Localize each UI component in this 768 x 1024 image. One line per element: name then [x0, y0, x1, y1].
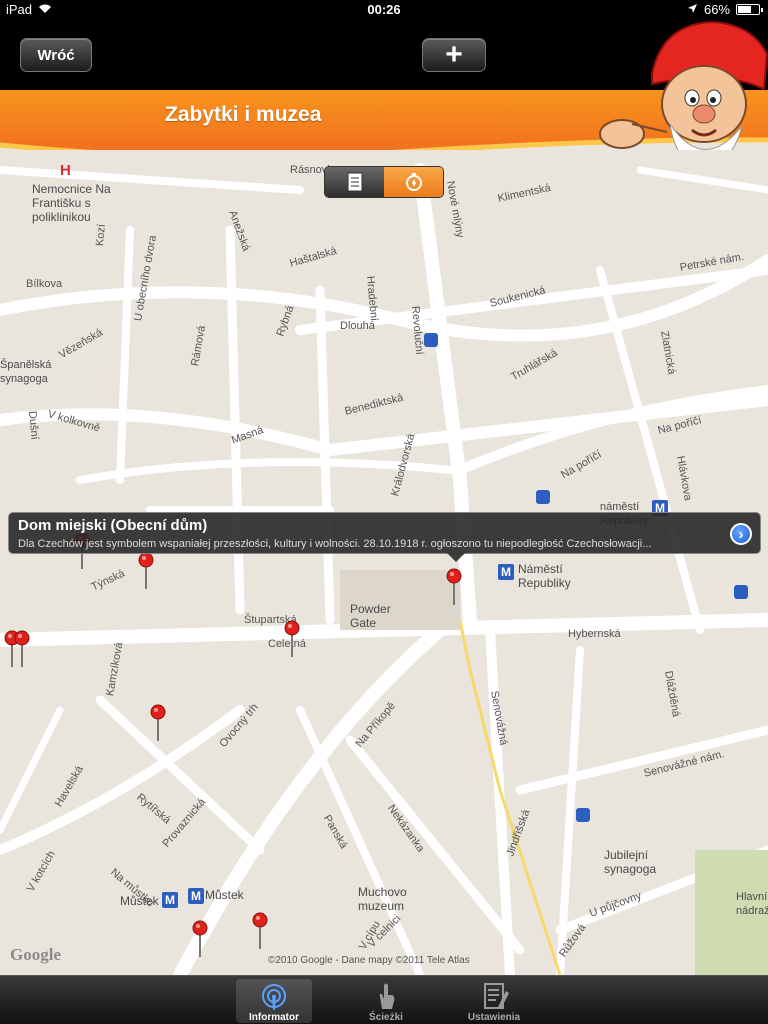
map-view[interactable]: Klimentská Bílkova Haštalská Dlouhá Rybn…	[0, 150, 768, 975]
poi-hospital: Nemocnice Na Františku s poliklinikou	[32, 182, 111, 224]
tab-label: Ustawienia	[467, 1012, 521, 1023]
disclosure-icon[interactable]: ›	[730, 523, 752, 545]
map-pin-icon[interactable]	[252, 912, 268, 950]
map-pin-icon[interactable]	[14, 630, 30, 668]
metro-icon: M	[498, 564, 514, 580]
poi-metro-mustek: Můstek	[120, 894, 159, 908]
map-view-button[interactable]	[384, 167, 443, 197]
street-label: Bílkova	[26, 278, 63, 290]
callout-description: Dla Czechów jest symbolem wspaniałej prz…	[18, 538, 652, 550]
tram-icon	[536, 490, 550, 504]
tab-sciezki[interactable]: Ścieżki	[348, 979, 424, 1023]
poi-synagogue-right: Jubilejní synagoga	[604, 848, 657, 876]
map-pin-icon[interactable]	[284, 620, 300, 658]
metro-icon: M	[162, 892, 178, 908]
settings-icon	[484, 983, 509, 1009]
view-switcher	[324, 166, 444, 198]
tram-icon	[424, 333, 438, 347]
poi-synagogue: Španělská synagoga	[0, 359, 52, 385]
map-pin-icon[interactable]	[446, 568, 462, 606]
add-button[interactable]: +	[422, 38, 486, 72]
poi-powder-gate: Powder Gate	[350, 602, 391, 630]
compass-icon	[405, 173, 422, 191]
map-pin-icon[interactable]	[192, 920, 208, 958]
map-pin-icon[interactable]	[150, 704, 166, 742]
street-label: Dlouhá	[340, 320, 375, 332]
tab-bar: Informator Ścieżki Ustawienia	[0, 975, 768, 1024]
hospital-icon: H	[60, 162, 71, 179]
tab-ustawienia[interactable]: Ustawienia	[456, 979, 532, 1023]
back-button[interactable]: Wróć	[20, 38, 92, 72]
poi-museum: Muchovo muzeum	[358, 885, 407, 913]
list-view-button[interactable]	[325, 167, 384, 197]
informator-icon	[262, 984, 286, 1010]
map-copyright: ©2010 Google - Dane mapy ©2011 Tele Atla…	[268, 955, 470, 966]
tab-informator[interactable]: Informator	[236, 979, 312, 1023]
street-label: Dušní	[26, 410, 41, 441]
poi-station: Hlavní nádraží	[736, 891, 768, 917]
google-logo: Google	[10, 945, 61, 964]
poi-metro-republiky: Náměstí Republiky	[518, 562, 571, 590]
battery-fill	[738, 6, 752, 13]
page-title: Zabytki i muzea	[165, 103, 322, 126]
street-label: Hybernská	[568, 628, 621, 640]
tram-icon	[576, 808, 590, 822]
tram-icon	[734, 585, 748, 599]
map-pin-icon[interactable]	[138, 552, 154, 590]
map-callout[interactable]: Dom miejski (Obecní dům) Dla Czechów jes…	[8, 512, 761, 562]
list-icon	[347, 172, 362, 192]
tab-label: Ścieżki	[369, 1012, 403, 1023]
callout-title: Dom miejski (Obecní dům)	[18, 517, 208, 534]
street-label: Kozí	[94, 223, 108, 247]
metro-icon: M	[188, 888, 204, 904]
tab-label: Informator	[249, 1012, 299, 1023]
poi-metro-mustek-2: Můstek	[205, 888, 244, 902]
hand-icon	[379, 983, 395, 1009]
